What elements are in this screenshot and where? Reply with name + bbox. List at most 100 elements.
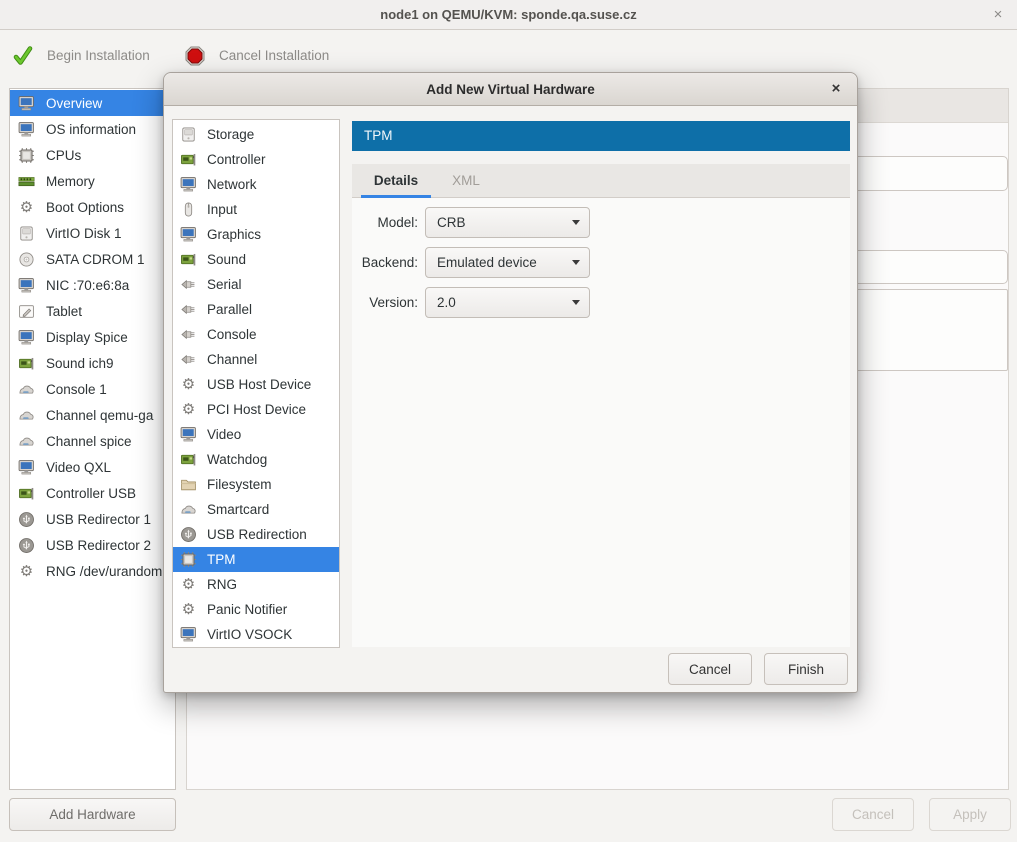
usb-icon xyxy=(180,526,197,543)
tab-details[interactable]: Details xyxy=(361,164,431,197)
hardware-type-parallel[interactable]: Parallel xyxy=(173,297,339,322)
monitor-icon xyxy=(18,95,35,112)
hardware-type-video[interactable]: Video xyxy=(173,422,339,447)
hardware-type-sound[interactable]: Sound xyxy=(173,247,339,272)
sidebar-item-boot-options[interactable]: ⚙ Boot Options xyxy=(10,194,175,220)
hardware-type-panic-notifier[interactable]: ⚙ Panic Notifier xyxy=(173,597,339,622)
sidebar-item-cpus[interactable]: CPUs xyxy=(10,142,175,168)
gear-icon: ⚙ xyxy=(18,199,35,216)
hardware-type-filesystem[interactable]: Filesystem xyxy=(173,472,339,497)
soundcard-icon xyxy=(18,485,35,502)
plug-icon xyxy=(180,301,197,318)
overview-cancel-button[interactable]: Cancel xyxy=(832,798,914,831)
hardware-type-input[interactable]: Input xyxy=(173,197,339,222)
hardware-sidebar: Overview OS information CPUs Memory ⚙ Bo… xyxy=(9,88,176,790)
sidebar-item-display-spice[interactable]: Display Spice xyxy=(10,324,175,350)
hardware-type-storage[interactable]: Storage xyxy=(173,122,339,147)
tab-xml[interactable]: XML xyxy=(431,164,501,197)
sidebar-item-channel-qemu-ga[interactable]: Channel qemu-ga xyxy=(10,402,175,428)
soundcard-icon xyxy=(180,151,197,168)
memory-icon xyxy=(18,173,35,190)
window-titlebar: node1 on QEMU/KVM: sponde.qa.suse.cz × xyxy=(0,0,1017,30)
disk-icon xyxy=(180,126,197,143)
sidebar-item-usb-redirector-1[interactable]: USB Redirector 1 xyxy=(10,506,175,532)
hardware-type-list: Storage Controller Network Input Graphic… xyxy=(172,119,340,648)
dialog-finish-button[interactable]: Finish xyxy=(764,653,848,685)
monitor-icon xyxy=(18,459,35,476)
red-stop-icon xyxy=(184,45,206,67)
plug-icon xyxy=(180,276,197,293)
plug-icon xyxy=(180,326,197,343)
monitor-icon xyxy=(18,329,35,346)
monitor-icon xyxy=(180,226,197,243)
hardware-type-rng[interactable]: ⚙ RNG xyxy=(173,572,339,597)
monitor-icon xyxy=(180,426,197,443)
sidebar-item-video-qxl[interactable]: Video QXL xyxy=(10,454,175,480)
sidebar-item-console-1[interactable]: Console 1 xyxy=(10,376,175,402)
device-icon xyxy=(18,433,35,450)
device-icon xyxy=(180,501,197,518)
monitor-icon xyxy=(180,176,197,193)
begin-installation-label: Begin Installation xyxy=(47,48,150,63)
monitor-icon xyxy=(18,277,35,294)
tablet-icon xyxy=(18,303,35,320)
monitor-icon xyxy=(180,626,197,643)
hardware-type-network[interactable]: Network xyxy=(173,172,339,197)
hardware-type-usb-host-device[interactable]: ⚙ USB Host Device xyxy=(173,372,339,397)
sidebar-item-controller-usb[interactable]: Controller USB xyxy=(10,480,175,506)
sidebar-item-channel-spice[interactable]: Channel spice xyxy=(10,428,175,454)
cd-icon xyxy=(18,251,35,268)
gear-icon: ⚙ xyxy=(180,376,197,393)
window-title: node1 on QEMU/KVM: sponde.qa.suse.cz xyxy=(0,0,1017,30)
sidebar-item-nic-70-e6-8a[interactable]: NIC :70:e6:8a xyxy=(10,272,175,298)
sidebar-item-usb-redirector-2[interactable]: USB Redirector 2 xyxy=(10,532,175,558)
usb-icon xyxy=(18,537,35,554)
sidebar-item-rng-dev-urandom[interactable]: ⚙ RNG /dev/urandom xyxy=(10,558,175,584)
hardware-detail-panel: TPM Details XML Model: CRB Backend: xyxy=(352,121,850,647)
add-hardware-dialog: Add New Virtual Hardware × Storage Contr… xyxy=(163,72,858,693)
dropdown[interactable]: Emulated device xyxy=(425,247,590,278)
gear-icon: ⚙ xyxy=(180,401,197,418)
field-backend: Backend: Emulated device xyxy=(352,247,850,278)
usb-icon xyxy=(18,511,35,528)
begin-installation-button[interactable]: Begin Installation xyxy=(12,31,150,80)
sidebar-item-memory[interactable]: Memory xyxy=(10,168,175,194)
soundcard-icon xyxy=(180,251,197,268)
sidebar-item-virtio-disk-1[interactable]: VirtIO Disk 1 xyxy=(10,220,175,246)
sidebar-item-sata-cdrom-1[interactable]: SATA CDROM 1 xyxy=(10,246,175,272)
soundcard-icon xyxy=(180,451,197,468)
detail-tabbar: Details XML xyxy=(352,164,850,198)
hardware-type-channel[interactable]: Channel xyxy=(173,347,339,372)
dropdown[interactable]: 2.0 xyxy=(425,287,590,318)
overview-apply-button[interactable]: Apply xyxy=(929,798,1011,831)
tpm-details-form: Model: CRB Backend: Emulated device Vers… xyxy=(352,198,850,647)
sidebar-item-tablet[interactable]: Tablet xyxy=(10,298,175,324)
hardware-type-serial[interactable]: Serial xyxy=(173,272,339,297)
hardware-type-console[interactable]: Console xyxy=(173,322,339,347)
sidebar-item-sound-ich9[interactable]: Sound ich9 xyxy=(10,350,175,376)
hardware-type-controller[interactable]: Controller xyxy=(173,147,339,172)
field-model: Model: CRB xyxy=(352,207,850,238)
disk-icon xyxy=(18,225,35,242)
dialog-close-icon[interactable]: × xyxy=(824,73,848,106)
device-icon xyxy=(18,381,35,398)
hardware-type-pci-host-device[interactable]: ⚙ PCI Host Device xyxy=(173,397,339,422)
dialog-titlebar: Add New Virtual Hardware × xyxy=(164,73,857,106)
window-close-icon[interactable]: × xyxy=(985,0,1011,30)
mouse-icon xyxy=(180,201,197,218)
hardware-type-smartcard[interactable]: Smartcard xyxy=(173,497,339,522)
add-hardware-button[interactable]: Add Hardware xyxy=(9,798,176,831)
dialog-title: Add New Virtual Hardware xyxy=(164,73,857,106)
hardware-type-watchdog[interactable]: Watchdog xyxy=(173,447,339,472)
dialog-cancel-button[interactable]: Cancel xyxy=(668,653,752,685)
hardware-type-tpm[interactable]: TPM xyxy=(173,547,339,572)
sidebar-item-os-information[interactable]: OS information xyxy=(10,116,175,142)
gear-icon: ⚙ xyxy=(180,601,197,618)
folder-icon xyxy=(180,476,197,493)
sidebar-item-overview[interactable]: Overview xyxy=(10,90,175,116)
hardware-type-virtio-vsock[interactable]: VirtIO VSOCK xyxy=(173,622,339,647)
hardware-type-graphics[interactable]: Graphics xyxy=(173,222,339,247)
hardware-type-usb-redirection[interactable]: USB Redirection xyxy=(173,522,339,547)
dropdown-caret-icon xyxy=(572,220,580,225)
dropdown[interactable]: CRB xyxy=(425,207,590,238)
